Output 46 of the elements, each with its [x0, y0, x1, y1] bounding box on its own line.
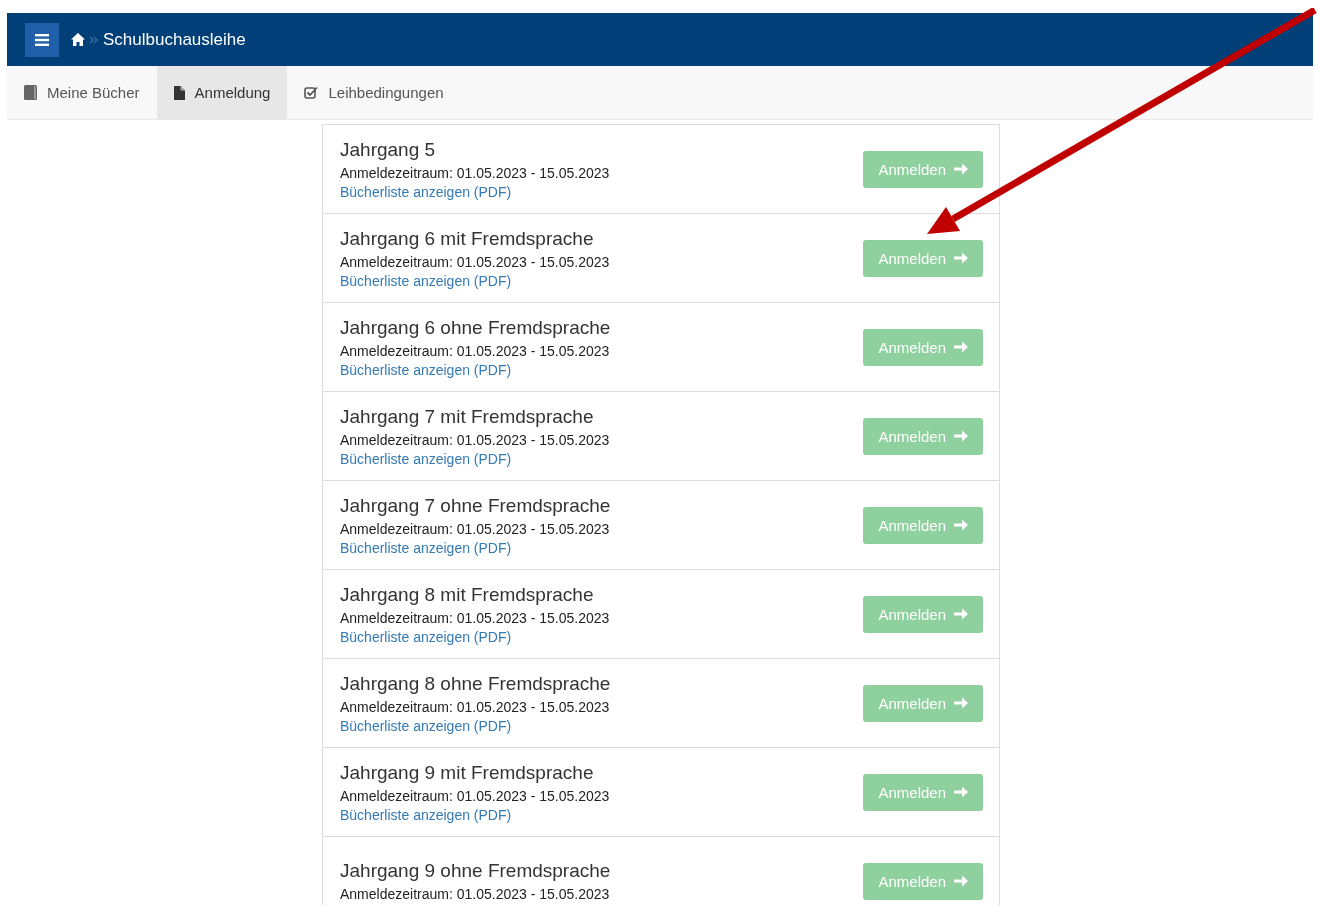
- tab[interactable]: Leihbedingungen: [287, 66, 461, 119]
- registration-period: Anmeldezeitraum: 01.05.2023 - 15.05.2023: [340, 886, 611, 902]
- book-icon: [24, 85, 37, 100]
- arrow-right-icon: [954, 875, 968, 887]
- arrow-right-icon: [954, 430, 968, 442]
- arrow-right-icon: [954, 252, 968, 264]
- registration-period: Anmeldezeitraum: 01.05.2023 - 15.05.2023: [340, 520, 611, 537]
- registration-period: Anmeldezeitraum: 01.05.2023 - 15.05.2023: [340, 787, 610, 804]
- arrow-right-icon: [954, 697, 968, 709]
- grade-title: Jahrgang 9 mit Fremdsprache: [340, 761, 595, 784]
- home-icon[interactable]: [71, 33, 85, 46]
- book-list-link[interactable]: Bücherliste anzeigen (PDF): [340, 272, 610, 289]
- grade-title: Jahrgang 6 mit Fremdsprache: [340, 227, 595, 250]
- registration-period: Anmeldezeitraum: 01.05.2023 - 15.05.2023: [340, 698, 611, 715]
- tab[interactable]: Meine Bücher: [7, 66, 157, 119]
- grade-title: Jahrgang 8 ohne Fremdsprache: [340, 672, 611, 695]
- app-title: Schulbuchausleihe: [103, 29, 246, 50]
- registration-period: Anmeldezeitraum: 01.05.2023 - 15.05.2023: [340, 164, 610, 181]
- book-list-link[interactable]: Bücherliste anzeigen (PDF): [340, 183, 610, 200]
- breadcrumb-separator-icon: [90, 35, 98, 44]
- book-list-link[interactable]: Bücherliste anzeigen (PDF): [340, 361, 611, 378]
- tab[interactable]: Anmeldung: [156, 66, 288, 119]
- arrow-right-icon: [954, 519, 968, 531]
- registration-period: Anmeldezeitraum: 01.05.2023 - 15.05.2023: [340, 609, 610, 626]
- menu-icon: [35, 33, 49, 46]
- grade-title: Jahrgang 7 ohne Fremdsprache: [340, 494, 611, 517]
- grade-title: Jahrgang 8 mit Fremdsprache: [340, 583, 595, 606]
- book-list-link[interactable]: Bücherliste anzeigen (PDF): [340, 806, 610, 823]
- arrow-right-icon: [954, 786, 968, 798]
- book-list-link[interactable]: Bücherliste anzeigen (PDF): [340, 717, 611, 734]
- checkbox-icon: [304, 86, 319, 99]
- grade-title: Jahrgang 7 mit Fremdsprache: [340, 405, 595, 428]
- arrow-right-icon: [954, 341, 968, 353]
- arrow-right-icon: [954, 163, 968, 175]
- registration-period: Anmeldezeitraum: 01.05.2023 - 15.05.2023: [340, 253, 610, 270]
- registration-period: Anmeldezeitraum: 01.05.2023 - 15.05.2023: [340, 342, 611, 359]
- menu-button[interactable]: [25, 22, 59, 57]
- grade-title: Jahrgang 9 ohne Fremdsprache: [340, 860, 611, 882]
- registration-period: Anmeldezeitraum: 01.05.2023 - 15.05.2023: [340, 431, 610, 448]
- book-list-link[interactable]: Bücherliste anzeigen (PDF): [340, 628, 610, 645]
- arrow-right-icon: [954, 608, 968, 620]
- grade-title: Jahrgang 6 ohne Fremdsprache: [340, 316, 611, 339]
- book-list-link[interactable]: Bücherliste anzeigen (PDF): [340, 450, 610, 467]
- book-list-link[interactable]: Bücherliste anzeigen (PDF): [340, 539, 611, 556]
- file-icon: [173, 85, 185, 100]
- grade-title: Jahrgang 5: [340, 138, 437, 161]
